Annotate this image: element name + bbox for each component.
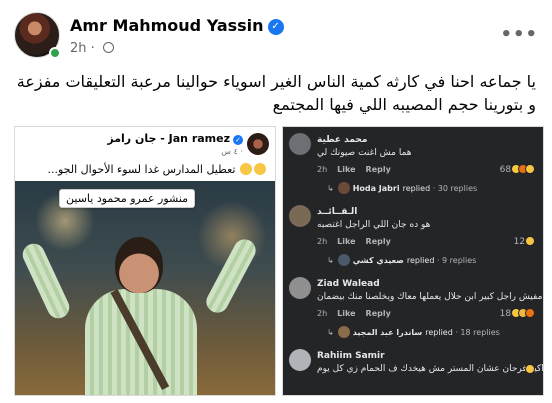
post-media[interactable]: ✓Jan ramez - جان رامز ٤ س · تعطيل المدار… bbox=[14, 126, 544, 396]
celebrating-child-photo bbox=[15, 181, 275, 395]
more-options-button[interactable]: ••• bbox=[500, 24, 538, 45]
replies-summary: ↳ ساندرا عبد المجيد replied · 18 replies bbox=[327, 326, 500, 338]
reply-count: · 18 replies bbox=[455, 328, 500, 337]
comment-time: 2h bbox=[317, 165, 328, 174]
haha-reaction-icon bbox=[525, 164, 535, 174]
replied-label: replied bbox=[402, 184, 431, 193]
embedded-page-name: ✓Jan ramez - جان رامز bbox=[107, 132, 243, 145]
child-head bbox=[115, 237, 163, 293]
commenter-avatar bbox=[289, 133, 311, 155]
comment-like-button: Like bbox=[337, 309, 356, 318]
comment-text: اكيد فرحان عشان المستر مش هيخدك ف الحمام… bbox=[317, 364, 544, 374]
angry-reaction-icon bbox=[525, 308, 535, 318]
comment-text: هما مش اغنت صيونك لي bbox=[317, 148, 412, 158]
globe-icon bbox=[102, 42, 114, 53]
reply-count: · 30 replies bbox=[432, 184, 478, 193]
caption-label: منشور عمرو محمود ياسين bbox=[59, 189, 196, 208]
left-screenshot-image[interactable]: ✓Jan ramez - جان رامز ٤ س · تعطيل المدار… bbox=[14, 126, 276, 396]
comment-text: هو ده جان اللي الراجل اغتصبه bbox=[317, 220, 431, 230]
comment-like-button: Like bbox=[337, 237, 356, 246]
comment-reactions: 68 bbox=[500, 164, 535, 175]
reaction-count: 12 bbox=[513, 237, 526, 247]
replier-name: صعيدي كشي bbox=[352, 256, 404, 265]
replier-avatar bbox=[337, 326, 350, 338]
comment-reactions: 12 bbox=[514, 236, 535, 247]
post-header: Amr Mahmoud Yassin ✓ 2h · ••• bbox=[14, 10, 544, 66]
replier-name: Hoda Jabri bbox=[352, 184, 400, 193]
comment-reactions: 18 bbox=[500, 308, 535, 319]
replies-summary: ↳ صعيدي كشي replied · 9 replies bbox=[327, 254, 476, 266]
reply-count: · 9 replies bbox=[436, 256, 477, 265]
comment-reactions bbox=[525, 364, 535, 375]
replier-avatar bbox=[337, 182, 350, 194]
reaction-count: 68 bbox=[499, 165, 512, 175]
replier-name: ساندرا عبد المجيد bbox=[352, 328, 423, 337]
commenter-avatar bbox=[289, 277, 311, 299]
comment-like-button: Like bbox=[337, 165, 356, 174]
replied-label: replied bbox=[425, 328, 453, 337]
laughing-emoji-icon bbox=[254, 163, 266, 175]
post-text: يا جماعه احنا في كارثه كمية الناس الغير … bbox=[16, 72, 536, 114]
reaction-count: 18 bbox=[499, 309, 512, 319]
comment-actions: 2h Like Reply bbox=[317, 309, 401, 318]
embedded-post-text-content: تعطيل المدارس غدا لسوء الأحوال الجو... bbox=[47, 163, 236, 176]
commenter-name: Rahiim Samir bbox=[317, 351, 385, 361]
online-status-dot bbox=[49, 47, 61, 59]
comment-time: 2h bbox=[317, 237, 328, 246]
reply-arrow-icon: ↳ bbox=[327, 256, 334, 265]
commenter-name: الـقــائــد bbox=[317, 207, 358, 217]
embedded-page-name-text: Jan ramez - جان رامز bbox=[107, 132, 230, 145]
comment-actions: 2h Like Reply bbox=[317, 237, 401, 246]
embedded-post-meta: ٤ س · bbox=[221, 147, 243, 156]
child-left-arm bbox=[19, 240, 73, 322]
verified-badge-icon: ✓ bbox=[267, 19, 284, 35]
commenter-avatar bbox=[289, 205, 311, 227]
reply-arrow-icon: ↳ bbox=[327, 328, 334, 337]
comment-reply-button: Reply bbox=[365, 237, 391, 246]
laughing-emoji-icon bbox=[240, 163, 252, 175]
haha-reaction-icon bbox=[525, 236, 535, 246]
haha-reaction-icon bbox=[525, 364, 535, 374]
commenter-name: محمد عطية bbox=[317, 135, 368, 145]
replies-summary: ↳ Hoda Jabri replied · 30 replies bbox=[327, 182, 477, 194]
embedded-post-text: تعطيل المدارس غدا لسوء الأحوال الجو... bbox=[47, 163, 267, 176]
replier-avatar bbox=[337, 254, 350, 266]
author-name-text[interactable]: Amr Mahmoud Yassin bbox=[70, 16, 264, 35]
reply-arrow-icon: ↳ bbox=[327, 184, 334, 193]
comment-time: 2h bbox=[317, 309, 328, 318]
comment-reply-button: Reply bbox=[365, 165, 391, 174]
comments-screenshot-image[interactable]: محمد عطية هما مش اغنت صيونك لي 2h Like Rep… bbox=[282, 126, 544, 396]
comment-text: مفيش راجل كبير ابن حلال يعملها معاك ويخل… bbox=[317, 292, 543, 302]
commenter-name: Ziad Walead bbox=[317, 279, 380, 289]
author-name[interactable]: Amr Mahmoud Yassin ✓ bbox=[70, 16, 284, 35]
embedded-verified-icon: ✓ bbox=[233, 135, 243, 145]
replied-label: replied bbox=[406, 256, 435, 265]
embedded-page-avatar bbox=[247, 133, 269, 155]
comment-actions: 2h Like Reply bbox=[317, 165, 401, 174]
post-time[interactable]: 2h bbox=[70, 41, 87, 56]
post-meta: 2h · bbox=[70, 41, 114, 56]
comment-reply-button: Reply bbox=[365, 309, 391, 318]
commenter-avatar bbox=[289, 349, 311, 371]
